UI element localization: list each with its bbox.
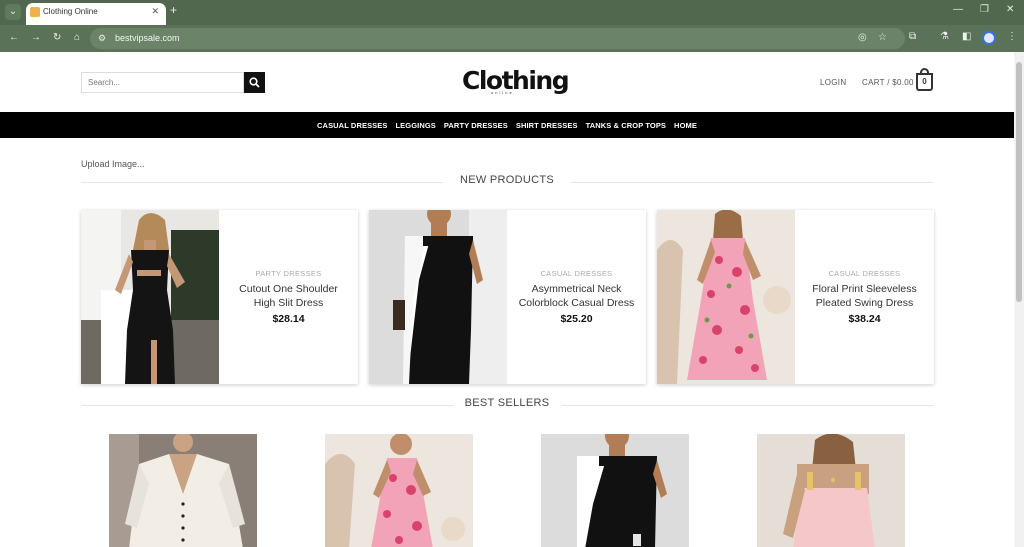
omnibox[interactable]: ⚙ bestvipsale.com ◎ ☆ <box>90 28 905 49</box>
nav-item-tanks-crop-tops[interactable]: TANKS & CROP TOPS <box>586 121 666 130</box>
page-scrollbar[interactable] <box>1014 52 1024 547</box>
search-box <box>81 72 244 93</box>
product-price: $25.20 <box>560 313 593 325</box>
best-sellers-heading: BEST SELLERS <box>81 397 933 413</box>
browser-tab-bar: ⌄ Clothing Online ✕ + — ❐ ✕ <box>0 0 1024 25</box>
side-panel-icon[interactable]: ◧ <box>962 31 971 42</box>
minimize-icon[interactable]: — <box>953 4 963 15</box>
section-title: BEST SELLERS <box>464 397 550 409</box>
browser-tab[interactable]: Clothing Online ✕ <box>26 3 166 25</box>
search-input[interactable] <box>88 78 238 87</box>
divider <box>561 405 933 406</box>
home-icon[interactable]: ⌂ <box>74 32 80 43</box>
browser-address-bar: ← → ↻ ⌂ ⚙ bestvipsale.com ◎ ☆ ⧉ ⚗ ◧ ⋮ <box>0 25 1024 52</box>
site-settings-icon[interactable]: ⚙ <box>98 33 106 44</box>
reload-icon[interactable]: ↻ <box>53 32 61 43</box>
login-link[interactable]: LOGIN <box>820 78 846 87</box>
cart-count-badge[interactable]: 0 <box>916 73 933 91</box>
forward-icon[interactable]: → <box>31 32 41 43</box>
best-seller-image[interactable] <box>541 434 689 547</box>
product-name[interactable]: Floral Print Sleeveless Pleated Swing Dr… <box>803 282 926 310</box>
product-name[interactable]: Asymmetrical Neck Colorblock Casual Dres… <box>515 282 638 310</box>
product-category[interactable]: CASUAL DRESSES <box>541 269 613 278</box>
section-title: NEW PRODUCTS <box>459 174 555 186</box>
star-icon[interactable]: ☆ <box>878 32 887 43</box>
product-info: CASUAL DRESSES Floral Print Sleeveless P… <box>795 210 934 384</box>
new-products-heading: NEW PRODUCTS <box>81 174 933 190</box>
nav-item-casual-dresses[interactable]: CASUAL DRESSES <box>317 121 387 130</box>
product-price: $38.24 <box>848 313 881 325</box>
close-icon[interactable]: ✕ <box>151 6 159 17</box>
upload-image-link[interactable]: Upload Image... <box>81 159 145 169</box>
tab-title: Clothing Online <box>43 7 98 16</box>
product-image[interactable] <box>369 210 507 384</box>
product-image[interactable] <box>81 210 219 384</box>
site-logo-subtext: online <box>491 90 514 95</box>
main-nav: CASUAL DRESSES LEGGINGS PARTY DRESSES SH… <box>0 112 1014 138</box>
nav-item-party-dresses[interactable]: PARTY DRESSES <box>444 121 508 130</box>
search-icon <box>249 77 260 88</box>
plus-icon[interactable]: + <box>170 3 177 17</box>
back-icon[interactable]: ← <box>9 32 19 43</box>
product-name[interactable]: Cutout One Shoulder High Slit Dress <box>227 282 350 310</box>
product-price: $28.14 <box>272 313 305 325</box>
profile-icon[interactable] <box>982 31 996 45</box>
nav-item-home[interactable]: HOME <box>674 121 697 130</box>
product-category[interactable]: CASUAL DRESSES <box>829 269 901 278</box>
search-button[interactable] <box>244 72 265 93</box>
url-text[interactable]: bestvipsale.com <box>115 33 180 43</box>
site-logo[interactable]: Clothing <box>462 66 570 95</box>
nav-item-leggings[interactable]: LEGGINGS <box>395 121 435 130</box>
close-window-icon[interactable]: ✕ <box>1006 4 1014 15</box>
tab-list-icon[interactable]: ⌄ <box>5 4 21 20</box>
labs-icon[interactable]: ⚗ <box>940 31 949 42</box>
cart-link[interactable]: CART / $0.00 <box>862 78 914 87</box>
product-info: CASUAL DRESSES Asymmetrical Neck Colorbl… <box>507 210 646 384</box>
product-card[interactable]: CASUAL DRESSES Asymmetrical Neck Colorbl… <box>369 210 646 384</box>
eye-off-icon[interactable]: ◎ <box>858 32 867 43</box>
product-card[interactable]: CASUAL DRESSES Floral Print Sleeveless P… <box>657 210 934 384</box>
product-category[interactable]: PARTY DRESSES <box>255 269 321 278</box>
maximize-icon[interactable]: ❐ <box>980 4 989 15</box>
best-seller-image[interactable] <box>109 434 257 547</box>
best-seller-image[interactable] <box>757 434 905 547</box>
divider <box>571 182 933 183</box>
menu-icon[interactable]: ⋮ <box>1007 31 1017 42</box>
nav-item-shirt-dresses[interactable]: SHIRT DRESSES <box>516 121 578 130</box>
favicon-icon <box>30 7 40 17</box>
product-info: PARTY DRESSES Cutout One Shoulder High S… <box>219 210 358 384</box>
web-page: Clothing online LOGIN CART / $0.00 0 CAS… <box>0 52 1014 547</box>
best-seller-image[interactable] <box>325 434 473 547</box>
product-card[interactable]: PARTY DRESSES Cutout One Shoulder High S… <box>81 210 358 384</box>
product-image[interactable] <box>657 210 795 384</box>
scrollbar-thumb[interactable] <box>1016 62 1022 302</box>
extensions-icon[interactable]: ⧉ <box>909 31 916 42</box>
